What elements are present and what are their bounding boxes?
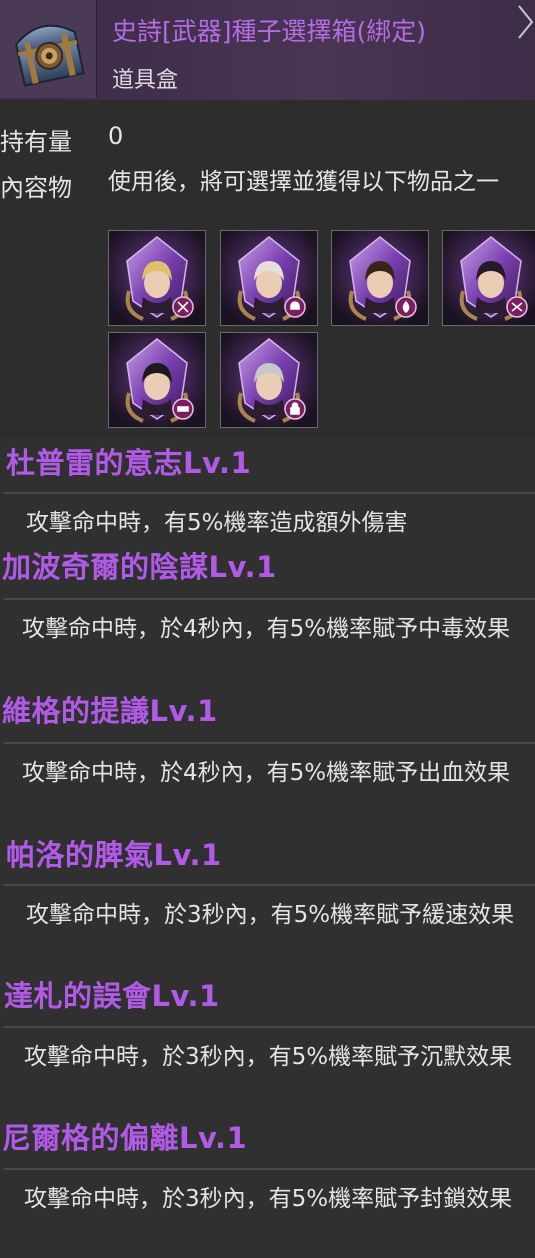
option-name: 達札的誤會Lv.1 <box>4 979 220 1013</box>
option-name: 帕洛的脾氣Lv.1 <box>6 838 222 872</box>
item-header: 史詩[武器]種子選擇箱(綁定) 道具盒 <box>0 0 535 100</box>
skull-icon <box>290 301 300 310</box>
quantity-value: 0 <box>108 122 124 150</box>
seed-portrait <box>443 231 535 325</box>
seed-slot[interactable] <box>108 332 206 428</box>
divider <box>4 884 535 886</box>
item-title: 史詩[武器]種子選擇箱(綁定) <box>112 17 427 46</box>
seed-slot[interactable] <box>220 332 318 428</box>
seed-portrait <box>109 333 205 427</box>
drop-icon <box>402 300 410 314</box>
item-tooltip: 史詩[武器]種子選擇箱(綁定) 道具盒 持有量 0 內容物 使用後，將可選擇並獲… <box>0 0 535 1258</box>
treasure-chest-icon <box>15 24 85 87</box>
option-description: 攻擊命中時，於3秒內，有5%機率賦予緩速效果 <box>26 902 515 928</box>
divider <box>4 492 535 494</box>
contents-label: 內容物 <box>0 174 72 202</box>
divider <box>4 1168 535 1170</box>
option-name: 杜普雷的意志Lv.1 <box>6 446 252 480</box>
divider <box>4 742 535 744</box>
option-list: 杜普雷的意志Lv.1 攻擊命中時，有5%機率造成額外傷害 加波奇爾的陰謀Lv.1… <box>0 438 535 1258</box>
item-type: 道具盒 <box>112 68 179 93</box>
option-name: 加波奇爾的陰謀Lv.1 <box>2 550 277 584</box>
seed-slot[interactable] <box>220 230 318 326</box>
option-description: 攻擊命中時，有5%機率造成額外傷害 <box>26 510 408 536</box>
divider <box>4 1026 535 1028</box>
quantity-label: 持有量 <box>0 128 72 156</box>
item-icon-frame <box>0 0 97 98</box>
seed-slot[interactable] <box>108 230 206 326</box>
contents-description: 使用後，將可選擇並獲得以下物品之一 <box>108 169 499 195</box>
option-name: 維格的提議Lv.1 <box>2 694 218 728</box>
lock-icon <box>290 402 300 415</box>
option-description: 攻擊命中時，於3秒內，有5%機率賦予沉默效果 <box>24 1044 513 1070</box>
chevron-right-icon[interactable] <box>516 2 535 42</box>
option-description: 攻擊命中時，於4秒內，有5%機率賦予中毒效果 <box>22 616 511 642</box>
option-description: 攻擊命中時，於3秒內，有5%機率賦予封鎖效果 <box>24 1186 513 1212</box>
seed-slot[interactable] <box>442 230 535 326</box>
mute-icon <box>177 406 189 412</box>
option-description: 攻擊命中時，於4秒內，有5%機率賦予出血效果 <box>22 760 511 786</box>
divider <box>4 598 535 600</box>
item-info: 持有量 0 內容物 使用後，將可選擇並獲得以下物品之一 <box>0 100 535 438</box>
seed-portrait <box>109 231 205 325</box>
option-name: 尼爾格的偏離Lv.1 <box>2 1121 248 1155</box>
seed-portrait <box>221 333 317 427</box>
seed-slot[interactable] <box>331 230 429 326</box>
seed-portrait <box>221 231 317 325</box>
seed-portrait <box>332 231 428 325</box>
